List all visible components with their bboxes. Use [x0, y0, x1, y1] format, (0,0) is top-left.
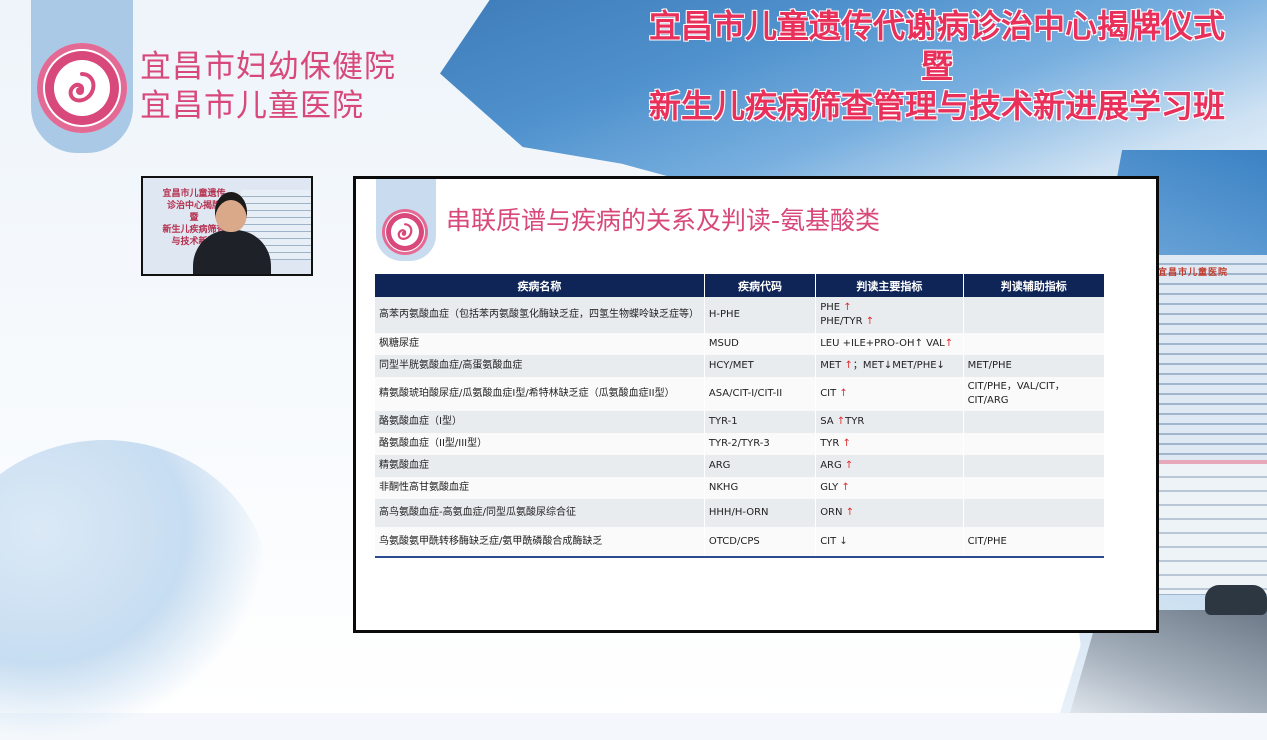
cell-disease-code: OTCD/CPS — [704, 527, 817, 558]
cell-disease-name: 鸟氨酸氨甲酰转移酶缺乏症/氨甲酰磷酸合成酶缺乏 — [375, 527, 705, 558]
cell-main-indicator: CIT ↑ — [815, 377, 964, 411]
cell-disease-code: NKHG — [704, 477, 817, 499]
table-row: 酪氨酸血症（II型/III型） TYR-2/TYR-3 TYR ↑ — [375, 433, 1104, 455]
cell-main-indicator: ORN ↑ — [815, 499, 964, 527]
cell-aux-indicator — [963, 297, 1104, 333]
indicator-text: GLY — [820, 482, 839, 493]
building-sign: 宜昌市儿童医院 — [1158, 268, 1229, 278]
cell-disease-name: 高苯丙氨酸血症（包括苯丙氨酸氢化酶缺乏症，四氢生物蝶呤缺乏症等） — [375, 297, 705, 333]
header-disease-code: 疾病代码 — [704, 274, 817, 297]
indicator-text: SA — [820, 416, 834, 427]
indicator-text: PHE/TYR — [820, 316, 863, 327]
cell-disease-name: 非酮性高甘氨酸血症 — [375, 477, 705, 499]
indicator-text: CIT — [820, 388, 837, 399]
cell-disease-name: 同型半胱氨酸血症/高蛋氨酸血症 — [375, 355, 705, 377]
event-title-line3: 新生儿疾病筛查管理与技术新进展学习班 — [648, 87, 1225, 125]
indicator-text: PHE — [820, 302, 841, 313]
cell-main-indicator: PHE ↑ PHE/TYR ↑ — [815, 297, 964, 333]
indicator-text: CIT — [820, 535, 837, 547]
cell-main-indicator: LEU +ILE+PRO-OH↑ VAL↑ — [815, 333, 964, 355]
table-row: 高鸟氨酸血症-高氨血症/同型瓜氨酸尿综合征 HHH/H-ORN ORN ↑ — [375, 499, 1104, 527]
table-row: 同型半胱氨酸血症/高蛋氨酸血症 HCY/MET MET ↑；MET↓MET/PH… — [375, 355, 1104, 377]
hospital-name-line1: 宜昌市妇幼保健院 — [140, 49, 396, 85]
arrow-down-icon: ↓ — [839, 535, 848, 547]
cell-disease-name: 酪氨酸血症（I型） — [375, 411, 705, 433]
arrow-up-icon: ↑ — [839, 388, 848, 399]
hospital-name-line2: 宜昌市儿童医院 — [140, 88, 364, 124]
header-main-indicator: 判读主要指标 — [815, 274, 964, 297]
cell-aux-indicator: MET/PHE — [963, 355, 1104, 377]
cell-disease-code: MSUD — [704, 333, 817, 355]
cell-main-indicator: CIT ↓ — [815, 527, 964, 558]
cell-disease-name: 酪氨酸血症（II型/III型） — [375, 433, 705, 455]
table-row: 鸟氨酸氨甲酰转移酶缺乏症/氨甲酰磷酸合成酶缺乏 OTCD/CPS CIT ↓ C… — [375, 527, 1104, 558]
table-header-row: 疾病名称 疾病代码 判读主要指标 判读辅助指标 — [375, 274, 1104, 297]
cell-aux-indicator: CIT/PHE — [963, 527, 1104, 558]
arrow-up-icon: ↑ — [844, 360, 853, 371]
speaker-head — [215, 192, 247, 232]
indicator-text: LEU +ILE+PRO-OH↑ VAL — [820, 338, 945, 349]
cell-main-indicator: TYR ↑ — [815, 433, 964, 455]
cell-aux-indicator — [963, 499, 1104, 527]
cell-disease-code: H-PHE — [704, 297, 817, 333]
table-row: 酪氨酸血症（I型） TYR-1 SA ↑TYR — [375, 411, 1104, 433]
indicator-text: TYR — [845, 416, 865, 427]
header-aux-indicator: 判读辅助指标 — [963, 274, 1104, 297]
presentation-slide: 串联质谱与疾病的关系及判读-氨基酸类 疾病名称 疾病代码 判读主要指标 判读辅助… — [353, 176, 1159, 633]
table-row: 非酮性高甘氨酸血症 NKHG GLY ↑ — [375, 477, 1104, 499]
table-row: 枫糖尿症 MSUD LEU +ILE+PRO-OH↑ VAL↑ — [375, 333, 1104, 355]
cell-disease-code: ARG — [704, 455, 817, 477]
cell-aux-indicator — [963, 477, 1104, 499]
cell-main-indicator: ARG ↑ — [815, 455, 964, 477]
cell-disease-name: 高鸟氨酸血症-高氨血症/同型瓜氨酸尿综合征 — [375, 499, 705, 527]
cell-main-indicator: MET ↑；MET↓MET/PHE↓ — [815, 355, 964, 377]
cell-disease-name: 精氨酸血症 — [375, 455, 705, 477]
slide-logo-icon — [382, 209, 428, 255]
cell-disease-code: HCY/MET — [704, 355, 817, 377]
cell-disease-code: TYR-2/TYR-3 — [704, 433, 817, 455]
event-title-line1: 宜昌市儿童遗传代谢病诊治中心揭牌仪式 — [648, 7, 1225, 45]
hospital-logo-icon — [37, 43, 127, 133]
cell-disease-code: TYR-1 — [704, 411, 817, 433]
cell-disease-code: HHH/H-ORN — [704, 499, 817, 527]
arrow-up-icon: ↑ — [845, 507, 855, 518]
cell-main-indicator: GLY ↑ — [815, 477, 964, 499]
cell-main-indicator: SA ↑TYR — [815, 411, 964, 433]
mother-child-icon — [68, 72, 96, 103]
indicator-text: ；MET↓MET/PHE↓ — [852, 360, 945, 371]
arrow-up-icon: ↑ — [843, 302, 852, 313]
cell-disease-name: 枫糖尿症 — [375, 333, 705, 355]
mother-child-icon — [397, 223, 413, 240]
arrow-up-icon: ↑ — [844, 460, 854, 471]
table-row: 精氨酸血症 ARG ARG ↑ — [375, 455, 1104, 477]
indicator-text: MET — [820, 360, 842, 371]
header-disease-name: 疾病名称 — [375, 274, 705, 297]
arrow-up-icon: ↑ — [841, 482, 850, 493]
slide-title: 串联质谱与疾病的关系及判读-氨基酸类 — [446, 206, 881, 235]
cell-aux-indicator — [963, 455, 1104, 477]
arrow-up-icon: ↑ — [865, 316, 875, 327]
indicator-text: ARG — [820, 460, 842, 471]
car-image — [1205, 585, 1267, 615]
event-title: 宜昌市儿童遗传代谢病诊治中心揭牌仪式 暨 新生儿疾病筛查管理与技术新进展学习班 — [607, 6, 1267, 126]
cell-aux-indicator — [963, 411, 1104, 433]
arrow-up-icon: ↑ — [944, 338, 954, 349]
cell-disease-name: 精氨酸琥珀酸尿症/瓜氨酸血症I型/希特林缺乏症（瓜氨酸血症II型） — [375, 377, 705, 411]
disease-table: 疾病名称 疾病代码 判读主要指标 判读辅助指标 高苯丙氨酸血症（包括苯丙氨酸氢化… — [375, 274, 1104, 558]
cell-aux-indicator — [963, 333, 1104, 355]
arrow-up-icon: ↑ — [836, 416, 846, 427]
indicator-text: ORN — [820, 507, 843, 518]
hospital-name: 宜昌市妇幼保健院 宜昌市儿童医院 — [140, 48, 396, 126]
indicator-text: TYR — [820, 438, 840, 449]
cell-aux-indicator — [963, 433, 1104, 455]
cell-aux-indicator: CIT/PHE，VAL/CIT，CIT/ARG — [963, 377, 1104, 411]
cell-disease-code: ASA/CIT-I/CIT-II — [704, 377, 817, 411]
speaker-video[interactable]: 宜昌市儿童遗传 诊治中心揭牌 暨 新生儿疾病筛查 与技术新进 — [141, 176, 313, 276]
table-row: 精氨酸琥珀酸尿症/瓜氨酸血症I型/希特林缺乏症（瓜氨酸血症II型） ASA/CI… — [375, 377, 1104, 411]
event-title-line2: 暨 — [920, 47, 953, 85]
hospital-building-lower — [1148, 460, 1267, 594]
arrow-up-icon: ↑ — [842, 438, 851, 449]
table-row: 高苯丙氨酸血症（包括苯丙氨酸氢化酶缺乏症，四氢生物蝶呤缺乏症等） H-PHE P… — [375, 297, 1104, 333]
